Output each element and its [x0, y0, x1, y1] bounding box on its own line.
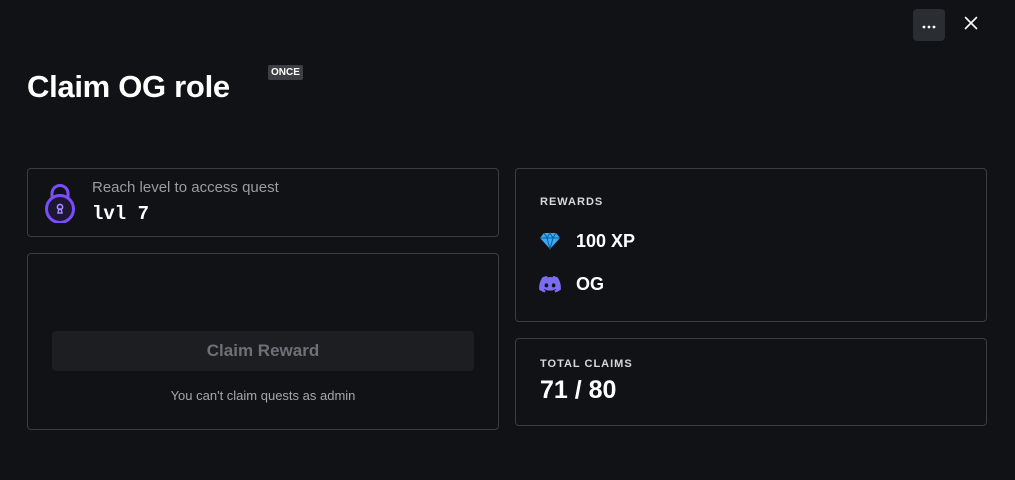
level-value: lvl 7	[92, 203, 150, 225]
discord-icon	[538, 273, 562, 295]
quest-panel: Claim OG role ONCE Reach level to access…	[0, 0, 1015, 480]
page-title: Claim OG role	[27, 69, 230, 104]
rewards-label: REWARDS	[540, 196, 604, 208]
more-horizontal-icon	[922, 16, 936, 34]
total-claims-label: TOTAL CLAIMS	[540, 358, 633, 370]
reward-role-text: OG	[576, 273, 605, 294]
claim-reward-button[interactable]: Claim Reward	[52, 331, 474, 371]
diamond-icon	[538, 230, 562, 252]
close-icon	[964, 16, 978, 35]
reward-item-xp: 100 XP	[538, 228, 635, 254]
admin-note: You can't claim quests as admin	[170, 388, 356, 403]
reward-xp-text: 100 XP	[576, 230, 636, 251]
reward-item-role: OG	[538, 271, 604, 297]
lock-icon	[43, 183, 77, 224]
close-button[interactable]	[956, 9, 986, 41]
level-requirement-card: Reach level to access quest lvl 7	[27, 168, 499, 237]
total-claims-card: TOTAL CLAIMS 71 / 80	[515, 338, 987, 426]
rewards-card: REWARDS 100 XP OG	[515, 168, 987, 322]
once-badge: ONCE	[268, 65, 303, 80]
more-options-button[interactable]	[913, 9, 945, 41]
level-hint: Reach level to access quest	[92, 179, 279, 196]
total-claims-value: 71 / 80	[540, 376, 617, 404]
claim-card: Claim Reward You can't claim quests as a…	[27, 253, 499, 430]
